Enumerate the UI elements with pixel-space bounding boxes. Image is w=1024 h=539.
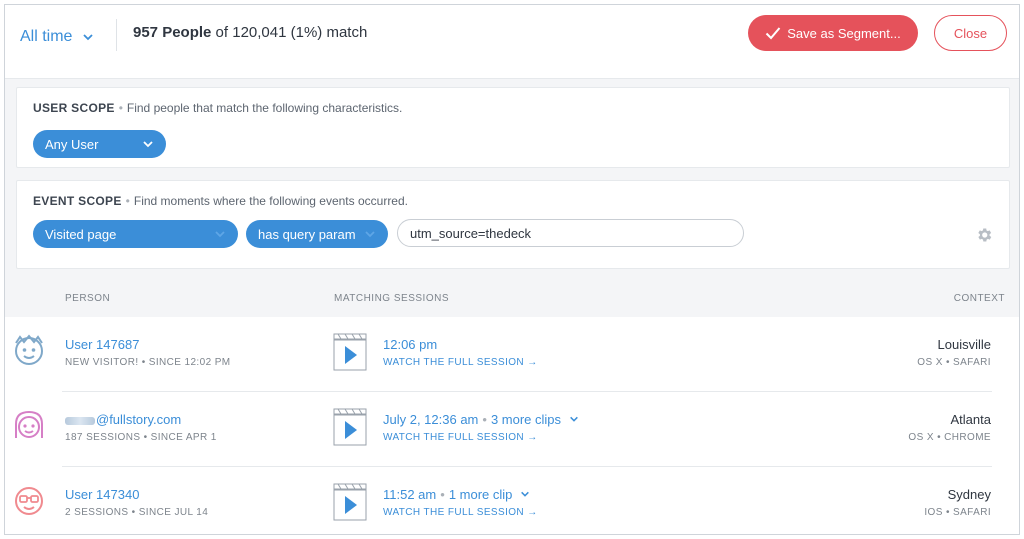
context-city: Atlanta — [950, 412, 991, 427]
event-type-dropdown[interactable]: Visited page — [33, 220, 238, 248]
user-selector-dropdown[interactable]: Any User — [33, 130, 166, 158]
more-clips-dropdown[interactable]: 3 more clips — [491, 412, 561, 427]
event-scope-panel: EVENT SCOPE • Find moments where the follo… — [16, 180, 1010, 269]
divider — [116, 19, 117, 51]
match-rest: of 120,041 (1%) match — [211, 24, 368, 41]
app-window: All time 957 People of 120,041 (1%) matc… — [4, 4, 1020, 535]
person-meta: NEW VISITOR! • SINCE 12:02 PM — [65, 357, 231, 368]
person-email: @fullstory.com — [96, 412, 182, 427]
session-time-link[interactable]: 11:52 am • 1 more clip — [383, 487, 530, 502]
chevron-down-icon — [83, 34, 94, 41]
top-bar: All time 957 People of 120,041 (1%) matc… — [5, 5, 1019, 79]
watch-full-session-link[interactable]: WATCH THE FULL SESSION → — [383, 357, 538, 368]
event-operator-label: has query param — [258, 226, 356, 242]
header-context: CONTEXT — [953, 293, 1005, 304]
chevron-down-icon — [365, 231, 375, 238]
event-scope-header: EVENT SCOPE • Find moments where the follo… — [33, 194, 408, 208]
close-button[interactable]: Close — [934, 15, 1007, 51]
save-label: Save as Segment... — [787, 25, 901, 41]
user-selector-label: Any User — [45, 136, 99, 152]
save-as-segment-button[interactable]: Save as Segment... — [748, 15, 918, 51]
watch-full-session-link[interactable]: WATCH THE FULL SESSION → — [383, 432, 538, 443]
time-range-dropdown[interactable]: All time — [20, 23, 94, 51]
user-scope-description: Find people that match the following cha… — [126, 101, 403, 115]
user-scope-header: USER SCOPE • Find people that match the fo… — [33, 101, 403, 115]
context-os: IOS • SAFARI — [924, 507, 991, 518]
session-time-link[interactable]: 12:06 pm — [383, 337, 437, 352]
session-time: 12:06 pm — [383, 337, 438, 352]
time-range-label: All time — [20, 28, 73, 45]
avatar — [15, 487, 43, 515]
person-name-link[interactable]: User 147687 — [65, 337, 139, 352]
event-scope-description: Find moments where the following events … — [133, 194, 408, 208]
header-sessions: MATCHING SESSIONS — [334, 293, 449, 304]
chevron-down-icon — [569, 416, 578, 422]
context-os: OS X • SAFARI — [917, 357, 991, 368]
session-time: July 2, 12:36 am — [383, 412, 479, 427]
session-time: 11:52 am — [383, 487, 437, 502]
event-operator-dropdown[interactable]: has query param — [246, 220, 388, 248]
user-scope-title: USER SCOPE — [33, 101, 115, 115]
avatar — [15, 410, 43, 438]
table-row: User 147687 NEW VISITOR! • SINCE 12:02 P… — [5, 317, 1019, 391]
play-session-icon[interactable] — [333, 483, 367, 521]
person-name-link[interactable]: User 147340 — [65, 487, 139, 502]
person-name-link[interactable]: @fullstory.com — [65, 412, 181, 427]
checkmark-icon — [766, 27, 781, 40]
match-summary: 957 People of 120,041 (1%) match — [133, 24, 367, 41]
avatar — [15, 334, 43, 365]
redacted-text — [65, 416, 95, 425]
event-scope-title: EVENT SCOPE — [33, 194, 122, 208]
play-session-icon[interactable] — [333, 408, 367, 446]
chevron-down-icon — [143, 141, 153, 148]
header-person: PERSON — [65, 293, 111, 304]
session-time-link[interactable]: July 2, 12:36 am • 3 more clips — [383, 412, 579, 427]
chevron-down-icon — [215, 231, 225, 238]
context-os: OS X • CHROME — [908, 432, 991, 443]
table-row: @fullstory.com 187 SESSIONS • SINCE APR … — [5, 392, 1019, 466]
match-count: 957 People — [133, 24, 212, 41]
watch-full-session-link[interactable]: WATCH THE FULL SESSION → — [383, 507, 538, 518]
context-city: Louisville — [937, 337, 991, 352]
more-clips-dropdown[interactable]: 1 more clip — [449, 487, 513, 502]
results-list: User 147687 NEW VISITOR! • SINCE 12:02 P… — [5, 317, 1019, 534]
event-type-label: Visited page — [45, 226, 117, 242]
person-meta: 2 SESSIONS • SINCE JUL 14 — [65, 507, 209, 518]
gear-icon[interactable] — [975, 226, 993, 244]
chevron-down-icon — [521, 491, 529, 497]
table-header: PERSON MATCHING SESSIONS CONTEXT — [5, 285, 1019, 315]
table-row: User 147340 2 SESSIONS • SINCE JUL 14 11… — [5, 467, 1019, 534]
context-city: Sydney — [947, 487, 991, 502]
person-meta: 187 SESSIONS • SINCE APR 1 — [65, 432, 217, 443]
query-param-input[interactable] — [397, 219, 744, 247]
play-session-icon[interactable] — [333, 333, 367, 371]
user-scope-panel: USER SCOPE • Find people that match the fo… — [16, 87, 1010, 168]
